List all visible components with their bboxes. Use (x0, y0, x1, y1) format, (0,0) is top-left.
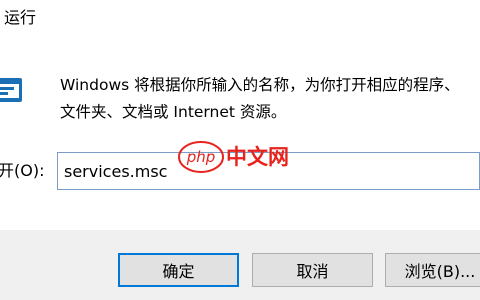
description-line-2: 文件夹、文档或 Internet 资源。 (60, 103, 287, 121)
dialog-content (0, 38, 480, 230)
window-title: 运行 (4, 8, 37, 27)
cancel-button[interactable]: 取消 (252, 253, 373, 287)
watermark-text: 中文网 (226, 145, 289, 169)
open-label: 开(O): (0, 161, 45, 180)
run-icon (0, 78, 22, 102)
php-watermark-logo: php 中文网 (178, 141, 289, 173)
browse-button[interactable]: 浏览(B)... (385, 253, 480, 287)
title-bar[interactable]: 运行 (0, 0, 480, 38)
ok-button[interactable]: 确定 (118, 253, 239, 287)
description: Windows 将根据你所输入的名称，为你打开相应的程序、 文件夹、文档或 In… (60, 72, 480, 126)
description-line-1: Windows 将根据你所输入的名称，为你打开相应的程序、 (60, 76, 460, 94)
watermark-brand: php (186, 148, 216, 166)
